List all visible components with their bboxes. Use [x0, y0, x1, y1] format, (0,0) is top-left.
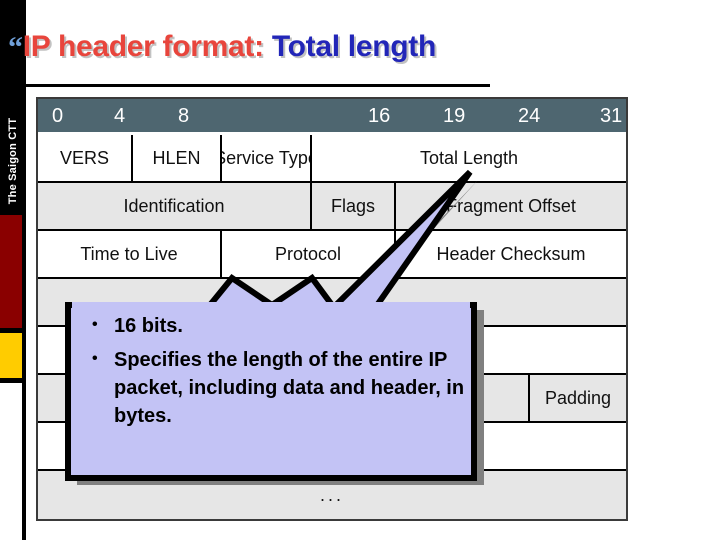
sidebar: The Saigon CTT [0, 0, 26, 540]
table-row: Padding [38, 375, 626, 423]
field-protocol: Protocol [222, 231, 396, 277]
sidebar-gold-block [0, 333, 22, 378]
field-row-5 [38, 327, 626, 373]
field-fragment-offset: Fragment Offset [446, 195, 576, 216]
table-row: Identification Flags Fragment Offset [38, 183, 626, 231]
sidebar-red-block [0, 215, 22, 328]
table-row [38, 279, 626, 327]
page-title-red: IP header format: [22, 30, 264, 63]
field-identification: Identification [38, 183, 312, 229]
field-total-length: Total Length [419, 147, 519, 168]
title-underline-rule [24, 84, 490, 87]
page-title-blue: Total length [271, 30, 436, 63]
field-row-4 [38, 279, 626, 325]
field-flags: Flags [312, 183, 396, 229]
sidebar-white-block [0, 383, 22, 540]
bit-tick-19: 19 [443, 105, 466, 127]
table-row [38, 423, 626, 471]
bit-tick-0: 0 [52, 105, 64, 127]
field-padding: Padding [544, 387, 612, 408]
table-row: Time to Live Protocol Header Checksum [38, 231, 626, 279]
quote-bullet-icon: “ [8, 31, 23, 64]
field-header-checksum: Header Checksum [436, 243, 586, 264]
slide-canvas: The Saigon CTT “IP header format: Total … [0, 0, 720, 540]
bit-ruler: 0 4 8 16 19 24 31 [38, 99, 626, 135]
bit-tick-4: 4 [114, 105, 126, 127]
sidebar-brand-label: The Saigon CTT [7, 117, 19, 205]
bit-tick-24: 24 [518, 105, 541, 127]
field-time-to-live: Time to Live [38, 231, 222, 277]
bit-tick-8: 8 [178, 105, 190, 127]
field-vers: VERS [38, 135, 133, 181]
table-row [38, 327, 626, 375]
field-service-type: Service Type [222, 135, 312, 181]
table-row: VERS HLEN Service Type Total Length [38, 135, 626, 183]
field-hlen: HLEN [133, 135, 222, 181]
bit-tick-16: 16 [368, 105, 391, 127]
table-row: ... [38, 471, 626, 519]
page-title: “IP header format: Total length [8, 30, 668, 70]
ip-header-diagram: 0 4 8 16 19 24 31 VERS HLEN Service Type… [36, 97, 628, 521]
bit-tick-31: 31 [600, 105, 623, 127]
field-ip-options [38, 375, 530, 421]
field-ellipsis: ... [319, 484, 344, 505]
field-row-7 [38, 423, 626, 469]
